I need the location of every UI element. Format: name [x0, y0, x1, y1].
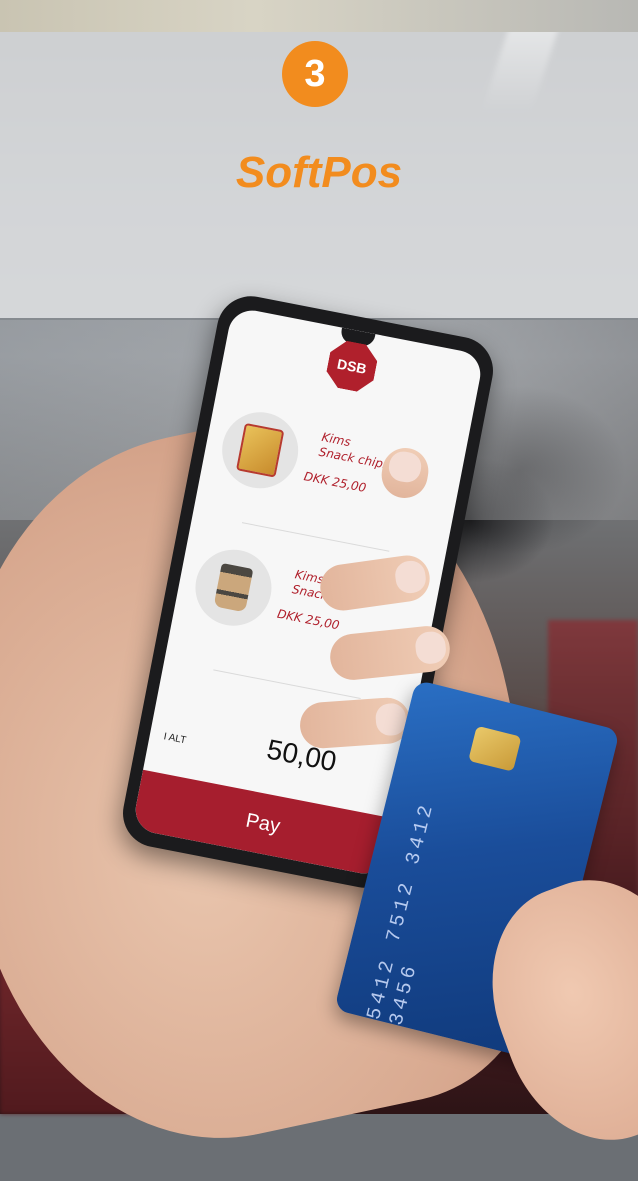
divider	[241, 522, 390, 552]
card-chip-icon	[468, 725, 522, 772]
chips-bag-icon	[235, 422, 285, 478]
product-price: DKK 25,00	[275, 606, 341, 633]
product-price: DKK 25,00	[302, 469, 368, 496]
card-number-emboss: 5412 7512 3412 3456	[363, 799, 440, 1028]
finger	[298, 696, 412, 750]
coffee-cup-icon	[213, 563, 254, 613]
step-number-badge: 3	[282, 41, 348, 107]
page-title: SoftPos	[235, 148, 403, 197]
top-strip	[0, 0, 638, 32]
product-thumbnail	[188, 543, 279, 633]
product-thumbnail	[215, 405, 305, 495]
dsb-logo: DSB	[324, 338, 380, 394]
total-label: I ALT	[162, 731, 187, 747]
